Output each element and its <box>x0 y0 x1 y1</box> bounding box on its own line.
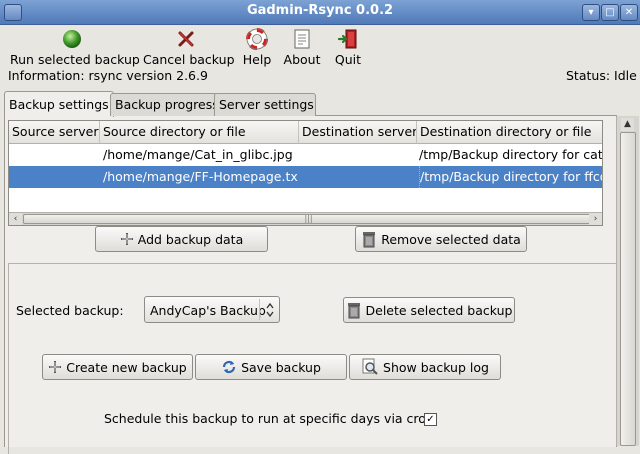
create-new-backup-button[interactable]: Create new backup <box>42 354 193 380</box>
cancel-backup-button[interactable]: Cancel backup <box>143 28 235 68</box>
title-bar: Gadmin-Rsync 0.0.2 ▾ □ ✕ <box>0 0 640 25</box>
quit-exit-door-icon <box>337 29 357 49</box>
column-header-source-directory[interactable]: Source directory or file <box>100 121 299 144</box>
delete-selected-backup-button[interactable]: Delete selected backup <box>343 297 515 323</box>
tab-server-settings[interactable]: Server settings <box>214 93 316 116</box>
status-text: Status: Idle <box>566 68 637 83</box>
trash-icon <box>363 232 376 248</box>
refresh-save-icon <box>222 360 236 374</box>
selected-backup-combo[interactable]: AndyCap's Backup <box>144 296 280 323</box>
backup-data-table[interactable]: Source server Source directory or file D… <box>8 120 603 226</box>
save-backup-button[interactable]: Save backup <box>195 354 347 380</box>
table-row-selected[interactable]: /home/mange/FF-Homepage.txt /tmp/Backup … <box>9 166 602 188</box>
plus-icon <box>120 233 133 245</box>
run-selected-backup-button[interactable]: Run selected backup <box>10 28 140 68</box>
selected-backup-label: Selected backup: <box>16 303 124 318</box>
row-source-path: /home/mange/Cat_in_glibc.jpg <box>103 147 293 162</box>
create-new-backup-label: Create new backup <box>66 359 187 375</box>
horizontal-scrollbar[interactable]: ‹ ||| › <box>9 212 602 225</box>
remove-selected-data-button[interactable]: Remove selected data <box>355 226 527 252</box>
row-destination-path: /tmp/Backup directory for cats <box>419 147 602 162</box>
window-title: Gadmin-Rsync 0.0.2 <box>246 3 394 18</box>
vertical-scrollbar[interactable]: ▲ <box>616 116 639 446</box>
magnifier-document-icon <box>362 358 378 375</box>
minimize-button[interactable]: ▾ <box>582 4 600 21</box>
column-header-destination-directory[interactable]: Destination directory or file <box>417 121 602 144</box>
column-header-source-server[interactable]: Source server <box>9 121 100 144</box>
vertical-scroll-thumb[interactable] <box>620 132 636 446</box>
cancel-x-icon <box>178 31 194 47</box>
show-backup-log-button[interactable]: Show backup log <box>349 354 501 380</box>
close-button[interactable]: ✕ <box>620 4 638 21</box>
combo-updown-arrows-icon <box>266 302 274 318</box>
add-backup-data-button[interactable]: Add backup data <box>95 226 268 252</box>
add-backup-data-label: Add backup data <box>137 231 244 247</box>
help-label: Help <box>242 52 272 67</box>
remove-selected-data-label: Remove selected data <box>381 231 521 247</box>
combo-separator <box>259 299 260 320</box>
about-button[interactable]: About <box>282 28 322 68</box>
schedule-label: Schedule this backup to run at specific … <box>104 411 439 426</box>
lifebuoy-help-icon <box>246 28 268 50</box>
cancel-label: Cancel backup <box>143 52 235 67</box>
schedule-checkbox[interactable]: ✓ <box>424 413 437 426</box>
run-green-ball-icon <box>63 30 81 48</box>
maximize-button[interactable]: □ <box>601 4 619 21</box>
help-button[interactable]: Help <box>240 28 274 68</box>
tab-backup-progress[interactable]: Backup progress <box>110 93 219 116</box>
tab-backup-settings[interactable]: Backup settings <box>4 91 114 117</box>
quit-label: Quit <box>334 52 362 67</box>
plus-icon <box>49 361 62 373</box>
trash-icon <box>347 303 360 319</box>
scroll-right-icon[interactable]: › <box>589 213 602 225</box>
horizontal-scroll-thumb[interactable]: ||| <box>23 214 594 224</box>
information-text: Information: rsync version 2.6.9 <box>8 68 208 83</box>
column-header-destination-server[interactable]: Destination server <box>299 121 417 144</box>
run-label: Run selected backup <box>10 52 140 67</box>
table-row[interactable]: /home/mange/Cat_in_glibc.jpg /tmp/Backup… <box>9 144 602 166</box>
row-source-path: /home/mange/FF-Homepage.txt <box>103 169 298 184</box>
delete-selected-backup-label: Delete selected backup <box>365 302 513 318</box>
selected-backup-value: AndyCap's Backup <box>150 303 266 318</box>
scroll-up-icon[interactable]: ▲ <box>621 118 634 131</box>
show-backup-log-label: Show backup log <box>383 359 489 375</box>
save-backup-label: Save backup <box>241 359 321 375</box>
quit-button[interactable]: Quit <box>332 28 364 68</box>
about-document-icon <box>294 29 310 49</box>
about-label: About <box>283 52 321 67</box>
row-destination-path: /tmp/Backup directory for ffcod <box>419 166 602 188</box>
scroll-left-icon[interactable]: ‹ <box>9 213 22 225</box>
